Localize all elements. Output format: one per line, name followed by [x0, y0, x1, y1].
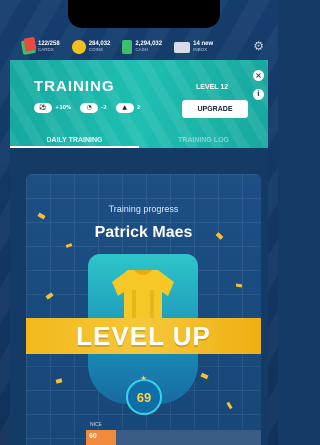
cash-label: CASH: [135, 47, 148, 52]
level-up-card: Training progress Patrick Maes LEVEL UP …: [26, 174, 261, 445]
training-tabs: DAILY TRAINING TRAINING LOG: [10, 135, 268, 148]
cards-label: CARDS: [38, 47, 54, 52]
device-notch: [68, 0, 220, 28]
perk-item: ◔ -2: [80, 103, 107, 113]
training-level: LEVEL 12: [196, 84, 229, 91]
perk-value: -2: [101, 105, 107, 111]
progress-value: 60: [89, 433, 97, 440]
cards-icon: [20, 38, 37, 56]
cards-stat[interactable]: 122/258 CARDS: [20, 38, 60, 56]
training-perks: ⚽ +10% ◔ -2 ▲ 2: [34, 103, 149, 113]
inbox-icon: [174, 41, 191, 53]
progress-caption: NICE: [90, 422, 102, 428]
training-header: TRAINING LEVEL 12 × i ⚽ +10% ◔ -2 ▲ 2 UP…: [10, 60, 268, 148]
player-rating: 69: [126, 379, 162, 415]
perk-item: ▲ 2: [115, 103, 141, 113]
player-boost-icon: ⚽: [34, 103, 52, 113]
whistle-icon: ◔: [80, 103, 99, 113]
training-progress-bar: 60: [86, 430, 261, 445]
gear-icon[interactable]: ⚙: [253, 39, 264, 53]
perk-item: ⚽ +10%: [34, 103, 71, 113]
level-up-text: LEVEL UP: [76, 320, 211, 351]
coins-label: COINS: [88, 47, 103, 52]
cash-icon: [122, 40, 133, 54]
upgrade-button[interactable]: UPGRADE: [182, 100, 248, 118]
player-icon: ▲: [115, 103, 134, 113]
training-progress-label: Training progress: [108, 204, 179, 214]
coin-icon: [71, 40, 86, 54]
training-title: TRAINING: [34, 78, 115, 95]
currency-bar: 122/258 CARDS 284,032 COINS 2,294,032 CA…: [20, 36, 268, 58]
player-name: Patrick Maes: [94, 224, 193, 241]
close-icon[interactable]: ×: [253, 70, 264, 81]
perk-value: 2: [136, 105, 141, 111]
tab-training-log[interactable]: TRAINING LOG: [139, 135, 268, 148]
inbox-label: INBOX: [193, 47, 208, 52]
perk-value: +10%: [55, 105, 72, 111]
cash-stat[interactable]: 2,294,032 CASH: [122, 40, 162, 54]
level-up-banner: LEVEL UP: [26, 318, 261, 354]
inbox-stat[interactable]: 14 new INBOX: [174, 41, 213, 53]
tab-daily-training[interactable]: DAILY TRAINING: [10, 135, 139, 148]
coins-stat[interactable]: 284,032 COINS: [71, 40, 110, 54]
info-icon[interactable]: i: [253, 89, 264, 100]
